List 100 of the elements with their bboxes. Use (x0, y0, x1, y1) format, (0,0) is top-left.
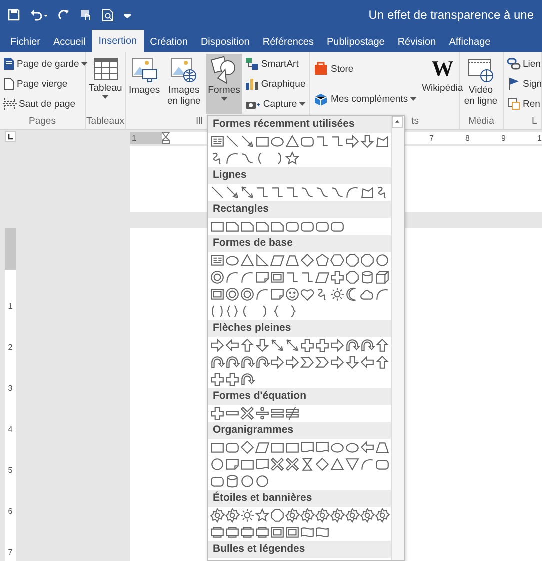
chevron-icon[interactable] (300, 355, 315, 370)
frame-icon[interactable] (270, 270, 285, 285)
ribbon-command[interactable]: Images (127, 54, 162, 114)
ribbon-command[interactable]: Formes (206, 54, 242, 114)
elbow-connector-icon[interactable] (255, 185, 270, 200)
ribbon-command[interactable]: Ren (506, 95, 542, 113)
hexagon-icon[interactable] (330, 253, 345, 268)
ribbon-tab[interactable]: Publipostage (320, 32, 392, 52)
elbow-connector-icon[interactable] (315, 134, 330, 149)
multiply-icon[interactable] (240, 406, 255, 421)
elbow-connector-icon[interactable] (330, 134, 345, 149)
ellipse-icon[interactable] (345, 440, 360, 455)
line-icon[interactable] (225, 134, 240, 149)
seal-icon[interactable] (300, 508, 315, 523)
ribbon-tab[interactable]: Création (144, 32, 194, 52)
rectangle-icon[interactable] (210, 219, 225, 234)
ribbon-command[interactable]: Tableau (87, 54, 124, 114)
seal-icon[interactable] (360, 508, 375, 523)
freeform-icon[interactable] (360, 185, 375, 200)
curved-arrow-icon[interactable] (240, 355, 255, 370)
cylinder-icon[interactable] (225, 474, 240, 489)
plus-icon[interactable] (210, 372, 225, 387)
left-arrow-icon[interactable] (360, 440, 375, 455)
up-arrow-icon[interactable] (375, 338, 390, 353)
elbow-connector-icon[interactable] (300, 270, 315, 285)
curved-connector-icon[interactable] (300, 185, 315, 200)
trapezoid-icon[interactable] (285, 253, 300, 268)
wave-icon[interactable] (300, 525, 315, 540)
scrollbar[interactable] (391, 116, 404, 560)
circle-icon[interactable] (255, 474, 270, 489)
ribbon-tab[interactable]: Révision (391, 32, 443, 52)
left-arrow-icon[interactable] (360, 355, 375, 370)
diamond-icon[interactable] (240, 440, 255, 455)
circle-icon[interactable] (210, 457, 225, 472)
triangle-icon[interactable] (330, 457, 345, 472)
touch-mode-icon[interactable] (80, 9, 92, 21)
trapezoid-icon[interactable] (375, 440, 390, 455)
seal-icon[interactable] (330, 508, 345, 523)
indent-marker-icon[interactable] (162, 132, 170, 144)
arrow-line-icon[interactable] (240, 134, 255, 149)
frame-icon[interactable] (210, 287, 225, 302)
down-arrow-icon[interactable] (345, 355, 360, 370)
rectangle-icon[interactable] (240, 457, 255, 472)
seal-icon[interactable] (375, 508, 390, 523)
ellipse-icon[interactable] (225, 253, 240, 268)
frame-icon[interactable] (285, 525, 300, 540)
curved-connector-icon[interactable] (315, 185, 330, 200)
ribbon-command[interactable]: Mes compléments (312, 90, 418, 108)
rounded-rectangle-icon[interactable] (315, 219, 330, 234)
folded-corner-icon[interactable] (255, 270, 270, 285)
circle-icon[interactable] (240, 474, 255, 489)
plus-icon[interactable] (300, 338, 315, 353)
rectangle-icon[interactable] (285, 440, 300, 455)
heart-icon[interactable] (300, 287, 315, 302)
cylinder-icon[interactable] (360, 270, 375, 285)
curved-connector-icon[interactable] (330, 185, 345, 200)
diamond-icon[interactable] (300, 253, 315, 268)
scroll-up-icon[interactable] (392, 116, 403, 128)
document-icon[interactable] (255, 457, 270, 472)
text-box-icon[interactable] (210, 134, 225, 149)
down-arrow-icon[interactable] (255, 338, 270, 353)
rounded-rectangle-icon[interactable] (330, 219, 345, 234)
hourglass-icon[interactable] (300, 457, 315, 472)
triangle-icon[interactable] (240, 253, 255, 268)
arc-icon[interactable] (375, 287, 390, 302)
customize-icon[interactable] (124, 12, 131, 18)
banner-icon[interactable] (255, 525, 270, 540)
parallelogram-icon[interactable] (270, 253, 285, 268)
right-arrow-icon[interactable] (330, 355, 345, 370)
folded-corner-icon[interactable] (225, 457, 240, 472)
multiply-icon[interactable] (285, 457, 300, 472)
seal-icon[interactable] (315, 508, 330, 523)
arc-icon[interactable] (360, 457, 375, 472)
left-arrow-icon[interactable] (225, 338, 240, 353)
seal-icon[interactable] (285, 508, 300, 523)
right-arrow-icon[interactable] (345, 134, 360, 149)
octagon-icon[interactable] (270, 508, 285, 523)
banner-icon[interactable] (240, 525, 255, 540)
triangle-icon[interactable] (285, 134, 300, 149)
up-arrow-icon[interactable] (240, 338, 255, 353)
star-icon[interactable] (255, 508, 270, 523)
octagon-icon[interactable] (345, 253, 360, 268)
circle-icon[interactable] (375, 253, 390, 268)
ribbon-tab[interactable]: Fichier (4, 32, 48, 52)
ribbon-command[interactable]: Saut de page (2, 95, 90, 113)
arc-icon[interactable] (225, 270, 240, 285)
ribbon-tab[interactable]: Insertion (92, 30, 144, 52)
double-arrow-line-icon[interactable] (285, 338, 300, 353)
arc-icon[interactable] (345, 185, 360, 200)
undo-icon[interactable] (30, 9, 48, 21)
curved-arrow-icon[interactable] (240, 372, 255, 387)
right-arrow-icon[interactable] (210, 338, 225, 353)
folded-corner-icon[interactable] (270, 287, 285, 302)
document-icon[interactable] (315, 440, 330, 455)
elbow-connector-icon[interactable] (285, 270, 300, 285)
ellipse-icon[interactable] (270, 134, 285, 149)
ellipse-icon[interactable] (330, 440, 345, 455)
curved-arrow-icon[interactable] (210, 355, 225, 370)
double-bracket-icon[interactable] (210, 304, 225, 319)
text-box-icon[interactable] (210, 253, 225, 268)
